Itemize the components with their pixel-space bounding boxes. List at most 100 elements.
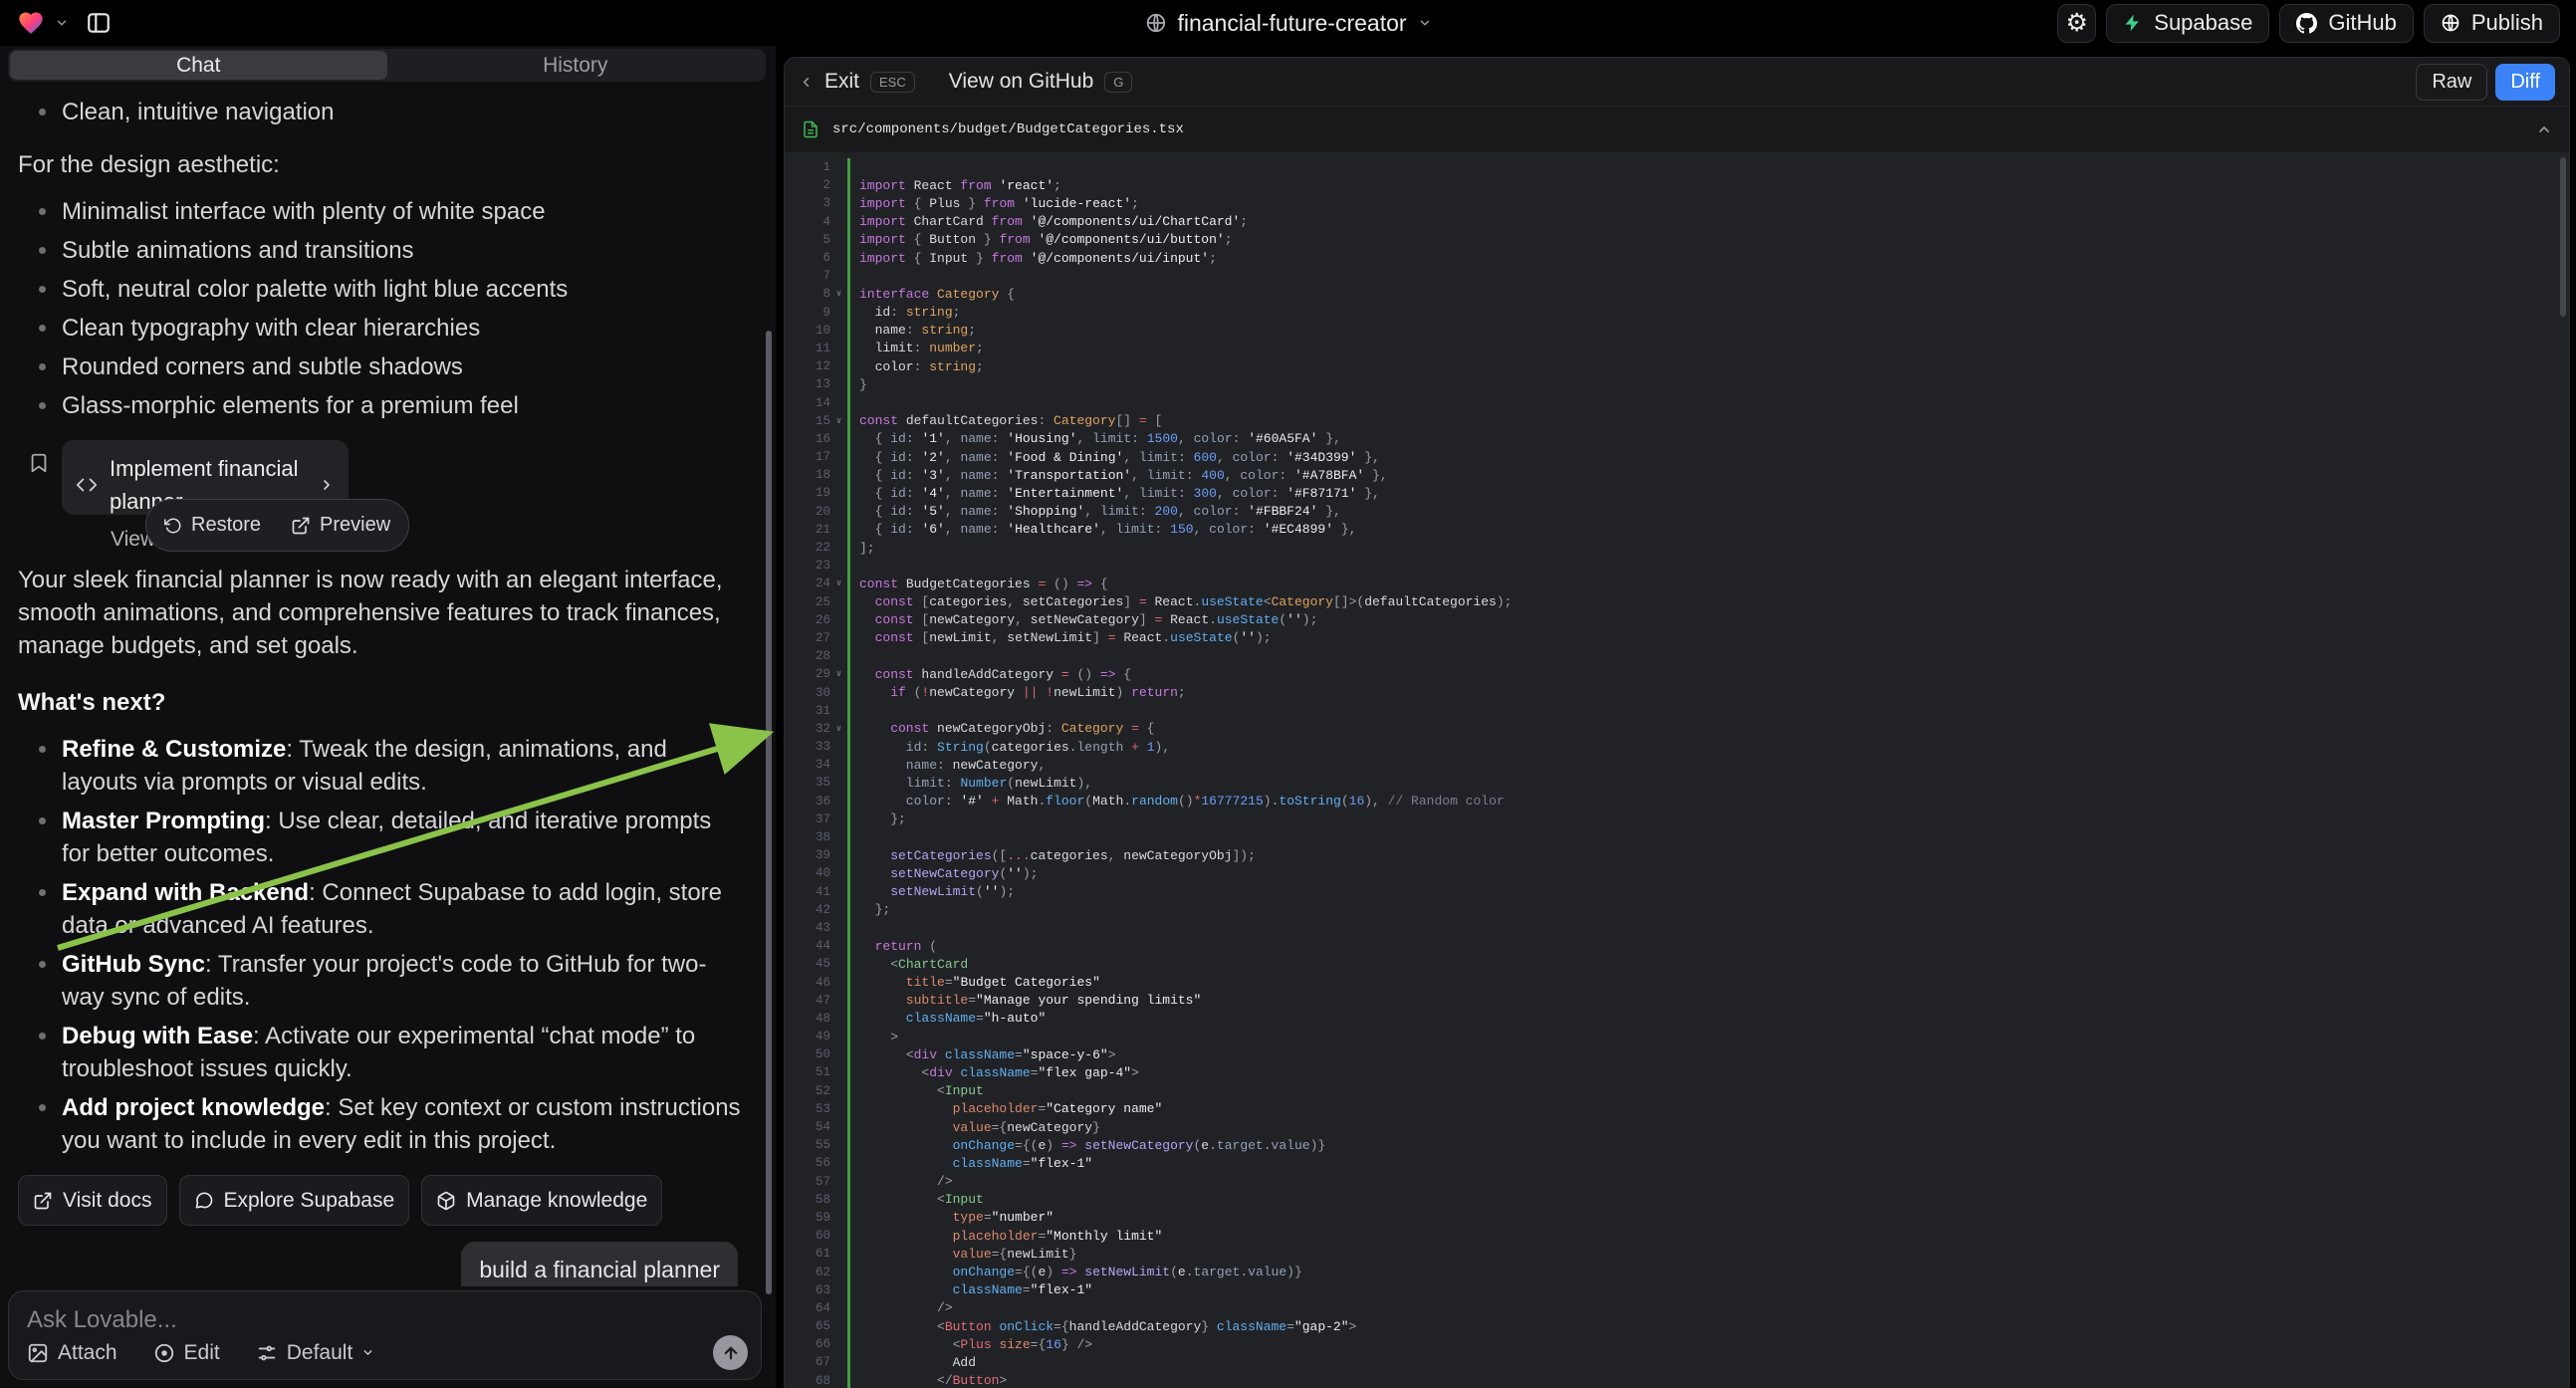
code-line-19: 19 { id: '4', name: 'Entertainment', lim… <box>797 484 2569 502</box>
composer-input[interactable]: Ask Lovable... <box>27 1306 743 1334</box>
chat-composer[interactable]: Ask Lovable... Attach Edit Default <box>8 1290 762 1380</box>
arrow-up-icon <box>722 1344 740 1362</box>
tab-history[interactable]: History <box>387 51 765 80</box>
code-line-56: 56 className="flex-1" <box>797 1154 2569 1172</box>
lovable-heart-logo[interactable] <box>16 9 46 37</box>
diff-toggle-button[interactable]: Diff <box>2495 64 2555 101</box>
preview-button[interactable]: Preview <box>291 509 390 542</box>
send-button[interactable] <box>713 1335 748 1370</box>
code-line-38: 38 <box>797 828 2569 846</box>
settings-button[interactable]: ⚙ <box>2057 4 2096 43</box>
file-icon <box>802 120 820 138</box>
exit-button[interactable]: Exit ESC <box>799 70 915 94</box>
code-scrollbar[interactable] <box>2560 157 2566 317</box>
code-line-37: 37 }; <box>797 810 2569 828</box>
publish-button[interactable]: Publish <box>2424 4 2560 43</box>
code-line-44: 44 return ( <box>797 937 2569 955</box>
line-number: 32 <box>797 722 830 736</box>
manage-knowledge-button[interactable]: Manage knowledge <box>421 1175 662 1226</box>
package-icon <box>436 1191 456 1211</box>
code-line-31: 31 <box>797 702 2569 720</box>
file-path: src/components/budget/BudgetCategories.t… <box>832 121 1184 137</box>
code-line-42: 42 }; <box>797 901 2569 919</box>
line-number: 10 <box>797 324 830 338</box>
line-number: 40 <box>797 866 830 880</box>
list-item: Clean, intuitive navigation <box>32 96 742 128</box>
card-actions-pill: Restore Preview <box>145 499 409 552</box>
code-editor[interactable]: 12import React from 'react';3import { Pl… <box>785 152 2569 1388</box>
chevron-right-icon <box>319 477 335 493</box>
fold-toggle-icon[interactable]: ∨ <box>830 578 847 588</box>
raw-toggle-button[interactable]: Raw <box>2416 64 2487 101</box>
code-line-28: 28 <box>797 647 2569 665</box>
edit-button[interactable]: Edit <box>153 1341 220 1365</box>
chat-panel: Chat History Clean, intuitive navigation… <box>0 46 776 1388</box>
fold-toggle-icon[interactable]: ∨ <box>830 416 847 426</box>
line-number: 22 <box>797 541 830 555</box>
code-line-10: 10 name: string; <box>797 322 2569 340</box>
bullet-list: Minimalist interface with plenty of whit… <box>18 195 742 422</box>
list-item: Add project knowledge: Set key context o… <box>32 1091 742 1157</box>
line-number: 55 <box>797 1138 830 1152</box>
line-number: 61 <box>797 1247 830 1261</box>
project-name[interactable]: financial-future-creator <box>1177 10 1406 37</box>
code-line-5: 5import { Button } from '@/components/ui… <box>797 231 2569 249</box>
line-number: 41 <box>797 885 830 899</box>
view-on-github-button[interactable]: View on GitHub G <box>949 70 1133 94</box>
explore-supabase-button[interactable]: Explore Supabase <box>179 1175 410 1226</box>
visit-docs-button[interactable]: Visit docs <box>18 1175 167 1226</box>
chevron-down-icon[interactable] <box>55 16 69 30</box>
line-number: 6 <box>797 251 830 265</box>
line-number: 14 <box>797 396 830 410</box>
code-line-51: 51 <div className="flex gap-4"> <box>797 1063 2569 1081</box>
supabase-button[interactable]: Supabase <box>2106 4 2269 43</box>
attach-button[interactable]: Attach <box>27 1341 117 1365</box>
line-number: 17 <box>797 450 830 464</box>
code-line-22: 22]; <box>797 539 2569 557</box>
line-number: 66 <box>797 1337 830 1351</box>
line-number: 26 <box>797 613 830 627</box>
fold-toggle-icon[interactable]: ∨ <box>830 724 847 734</box>
list-item: Debug with Ease: Activate our experiment… <box>32 1020 742 1085</box>
tab-chat[interactable]: Chat <box>10 51 387 80</box>
sidebar-toggle-icon[interactable] <box>86 10 112 36</box>
line-number: 33 <box>797 740 830 754</box>
topbar: financial-future-creator ⚙ Supabase GitH… <box>0 0 2576 46</box>
chat-heading: What's next? <box>18 686 742 719</box>
message-circle-icon <box>194 1191 214 1211</box>
chat-paragraph: For the design aesthetic: <box>18 148 742 181</box>
code-line-21: 21 { id: '6', name: 'Healthcare', limit:… <box>797 521 2569 539</box>
model-selector[interactable]: Default <box>256 1341 375 1365</box>
line-number: 56 <box>797 1156 830 1170</box>
line-number: 63 <box>797 1283 830 1297</box>
github-button[interactable]: GitHub <box>2279 4 2413 43</box>
line-number: 19 <box>797 486 830 500</box>
bullet-list: Refine & Customize: Tweak the design, an… <box>18 733 742 1157</box>
line-number: 47 <box>797 994 830 1008</box>
fold-toggle-icon[interactable]: ∨ <box>830 289 847 299</box>
quick-actions-row: Visit docsExplore SupabaseManage knowled… <box>18 1175 742 1226</box>
code-line-29: 29∨ const handleAddCategory = () => { <box>797 665 2569 683</box>
line-number: 60 <box>797 1229 830 1243</box>
code-line-35: 35 limit: Number(newLimit), <box>797 774 2569 792</box>
line-number: 54 <box>797 1120 830 1134</box>
code-line-66: 66 <Plus size={16} /> <box>797 1335 2569 1353</box>
line-number: 28 <box>797 649 830 663</box>
chevron-down-icon[interactable] <box>1418 16 1432 30</box>
code-line-1: 1 <box>797 158 2569 176</box>
chat-scrollbar[interactable] <box>766 331 772 1294</box>
code-viewer-panel: Exit ESC View on GitHub G Raw Diff src/c… <box>784 57 2570 1388</box>
code-line-63: 63 className="flex-1" <box>797 1281 2569 1299</box>
restore-button[interactable]: Restore <box>164 509 261 542</box>
chevron-up-icon[interactable] <box>2536 121 2552 137</box>
file-path-bar[interactable]: src/components/budget/BudgetCategories.t… <box>785 107 2569 153</box>
code-line-67: 67 Add <box>797 1353 2569 1371</box>
code-line-11: 11 limit: number; <box>797 340 2569 357</box>
fold-toggle-icon[interactable]: ∨ <box>830 669 847 679</box>
code-line-48: 48 className="h-auto" <box>797 1010 2569 1028</box>
bookmark-icon[interactable] <box>28 452 50 474</box>
code-line-12: 12 color: string; <box>797 357 2569 375</box>
code-line-65: 65 <Button onClick={handleAddCategory} c… <box>797 1317 2569 1335</box>
gear-icon: ⚙ <box>2066 11 2088 36</box>
code-line-34: 34 name: newCategory, <box>797 756 2569 774</box>
